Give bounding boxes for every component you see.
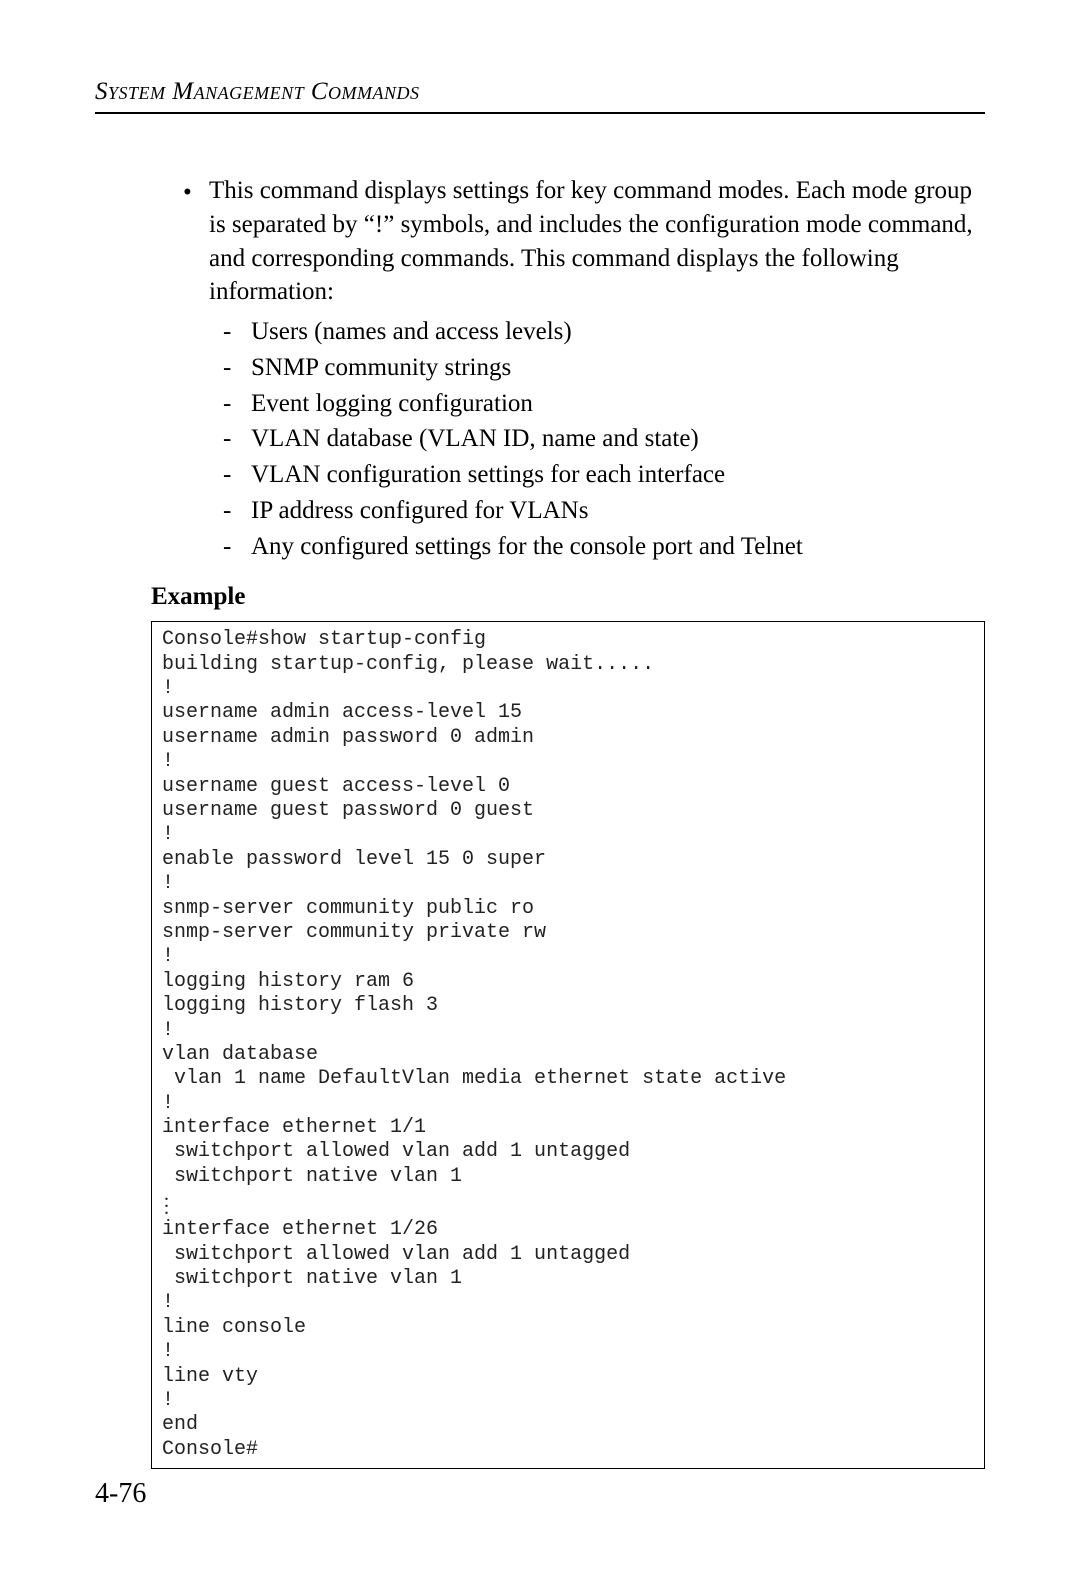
sub-item-text: Any configured settings for the console … [251,530,803,564]
bullet-item: • This command displays settings for key… [183,174,985,565]
example-heading: Example [151,583,985,611]
sub-item-text: Users (names and access levels) [251,315,572,349]
page-number: 4-76 [95,1478,146,1510]
sub-item-text: VLAN configuration settings for each int… [251,458,725,492]
sub-item: -Any configured settings for the console… [223,530,985,564]
sub-item-text: IP address configured for VLANs [251,494,588,528]
sub-item: -VLAN database (VLAN ID, name and state) [223,422,985,456]
sub-item: -Event logging configuration [223,387,985,421]
sub-item: -SNMP community strings [223,351,985,385]
dash-icon: - [223,351,251,385]
page: System Management Commands • This comman… [0,0,1080,1570]
body-text: • This command displays settings for key… [183,174,985,565]
code-block-part2: interface ethernet 1/26 switchport allow… [162,1218,630,1461]
intro-paragraph: This command displays settings for key c… [209,177,973,305]
vertical-dots-icon: ... [162,1189,974,1218]
sub-list: -Users (names and access levels) -SNMP c… [209,315,985,563]
dash-icon: - [223,315,251,349]
bullet-content: This command displays settings for key c… [209,174,985,565]
code-block-part1: Console#show startup-config building sta… [162,628,786,1188]
code-example-box: Console#show startup-config building sta… [151,621,985,1469]
dash-icon: - [223,387,251,421]
dash-icon: - [223,494,251,528]
sub-item: -IP address configured for VLANs [223,494,985,528]
page-header: System Management Commands [95,78,985,114]
dash-icon: - [223,530,251,564]
sub-item-text: Event logging configuration [251,387,533,421]
dash-icon: - [223,422,251,456]
sub-item-text: SNMP community strings [251,351,511,385]
dash-icon: - [223,458,251,492]
sub-item-text: VLAN database (VLAN ID, name and state) [251,422,699,456]
sub-item: -VLAN configuration settings for each in… [223,458,985,492]
bullet-dot-icon: • [183,174,209,565]
sub-item: -Users (names and access levels) [223,315,985,349]
